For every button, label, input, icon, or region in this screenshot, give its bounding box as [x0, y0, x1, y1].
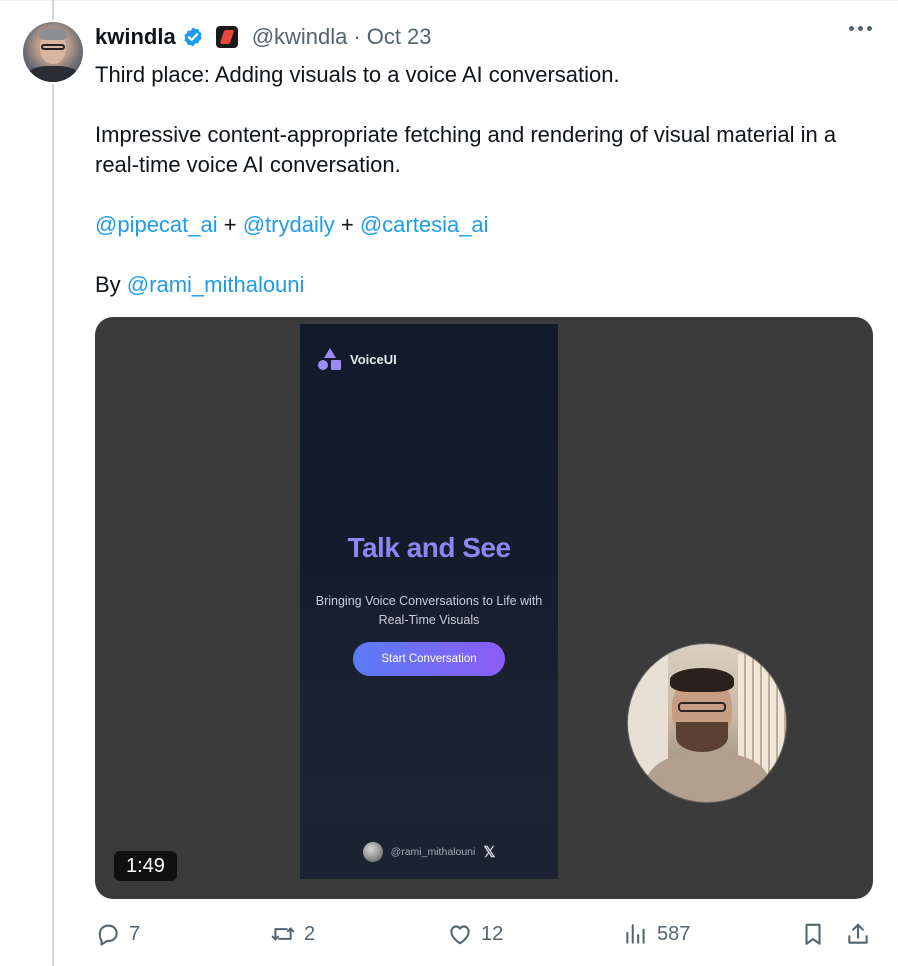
app-subtitle-line: Bringing Voice Conversations to Life wit… — [315, 594, 543, 608]
x-logo-icon: 𝕏 — [483, 844, 496, 861]
tweet-header: kwindla @kwindla · Oct 23 — [95, 22, 432, 52]
author-name[interactable]: kwindla — [95, 24, 176, 50]
webcam-bubble — [627, 643, 787, 803]
tweet-actions: 7 2 12 587 — [95, 916, 885, 952]
footer-handle: @rami_mithalouni — [390, 846, 476, 858]
voiceui-logo-icon — [318, 348, 342, 370]
bookmark-button[interactable] — [800, 916, 826, 952]
bookmark-icon — [805, 923, 821, 945]
byline: By @rami_mithalouni — [95, 270, 885, 300]
avatar-shirt — [27, 66, 79, 82]
video-player[interactable]: VoiceUI Talk and See Bringing Voice Conv… — [95, 317, 873, 899]
reply-count: 7 — [129, 922, 141, 945]
more-dot — [867, 26, 872, 31]
more-dot — [849, 26, 854, 31]
tweet-text-line: Third place: Adding visuals to a voice A… — [95, 62, 620, 87]
by-label: By — [95, 272, 127, 297]
repost-count: 2 — [304, 922, 316, 945]
app-footer: @rami_mithalouni 𝕏 — [300, 842, 558, 862]
app-screen-recording: VoiceUI Talk and See Bringing Voice Conv… — [300, 324, 558, 879]
mentions-line: @pipecat_ai + @trydaily + @cartesia_ai — [95, 210, 885, 240]
reply-button[interactable]: 7 — [95, 916, 140, 952]
reply-icon — [98, 924, 118, 946]
app-subtitle-line: Real-Time Visuals — [378, 613, 480, 627]
app-title: Talk and See — [347, 532, 511, 563]
author-handle[interactable]: @kwindla — [252, 24, 348, 50]
start-conversation-button: Start Conversation — [353, 642, 505, 676]
separator: · — [353, 24, 361, 49]
video-duration: 1:49 — [114, 851, 177, 881]
mention-link[interactable]: @rami_mithalouni — [127, 272, 305, 297]
app-brand: VoiceUI — [318, 348, 397, 370]
author-avatar[interactable] — [23, 22, 83, 82]
affiliate-badge-icon[interactable] — [215, 26, 238, 48]
plus-text: + — [217, 212, 243, 237]
tweet-text: Third place: Adding visuals to a voice A… — [95, 60, 885, 300]
more-dot — [858, 26, 863, 31]
avatar-glasses — [41, 44, 65, 50]
mention-link[interactable]: @trydaily — [243, 212, 335, 237]
footer-avatar — [362, 842, 383, 862]
repost-icon — [271, 927, 295, 941]
views-button[interactable]: 587 — [623, 916, 690, 952]
tweet-text-line: Impressive content-appropriate fetching … — [95, 122, 837, 177]
mention-link[interactable]: @cartesia_ai — [360, 212, 489, 237]
view-count: 587 — [657, 922, 691, 945]
share-icon — [848, 923, 868, 944]
repost-button[interactable]: 2 — [270, 916, 315, 952]
tweet-date[interactable]: Oct 23 — [367, 24, 432, 50]
like-count: 12 — [481, 922, 504, 945]
heart-icon — [450, 925, 470, 945]
top-border — [0, 0, 898, 1]
app-brand-name: VoiceUI — [350, 351, 397, 367]
share-button[interactable] — [845, 916, 871, 952]
more-icon[interactable] — [849, 26, 872, 31]
avatar-hair — [39, 28, 67, 40]
thread-line-top — [52, 0, 54, 20]
views-chart-icon — [626, 924, 645, 944]
verified-badge-icon[interactable] — [182, 26, 204, 48]
mention-link[interactable]: @pipecat_ai — [95, 212, 218, 237]
like-button[interactable]: 12 — [447, 916, 503, 952]
thread-line — [52, 84, 54, 966]
plus-text: + — [334, 212, 360, 237]
app-subtitle: Bringing Voice Conversations to Life wit… — [300, 592, 558, 630]
